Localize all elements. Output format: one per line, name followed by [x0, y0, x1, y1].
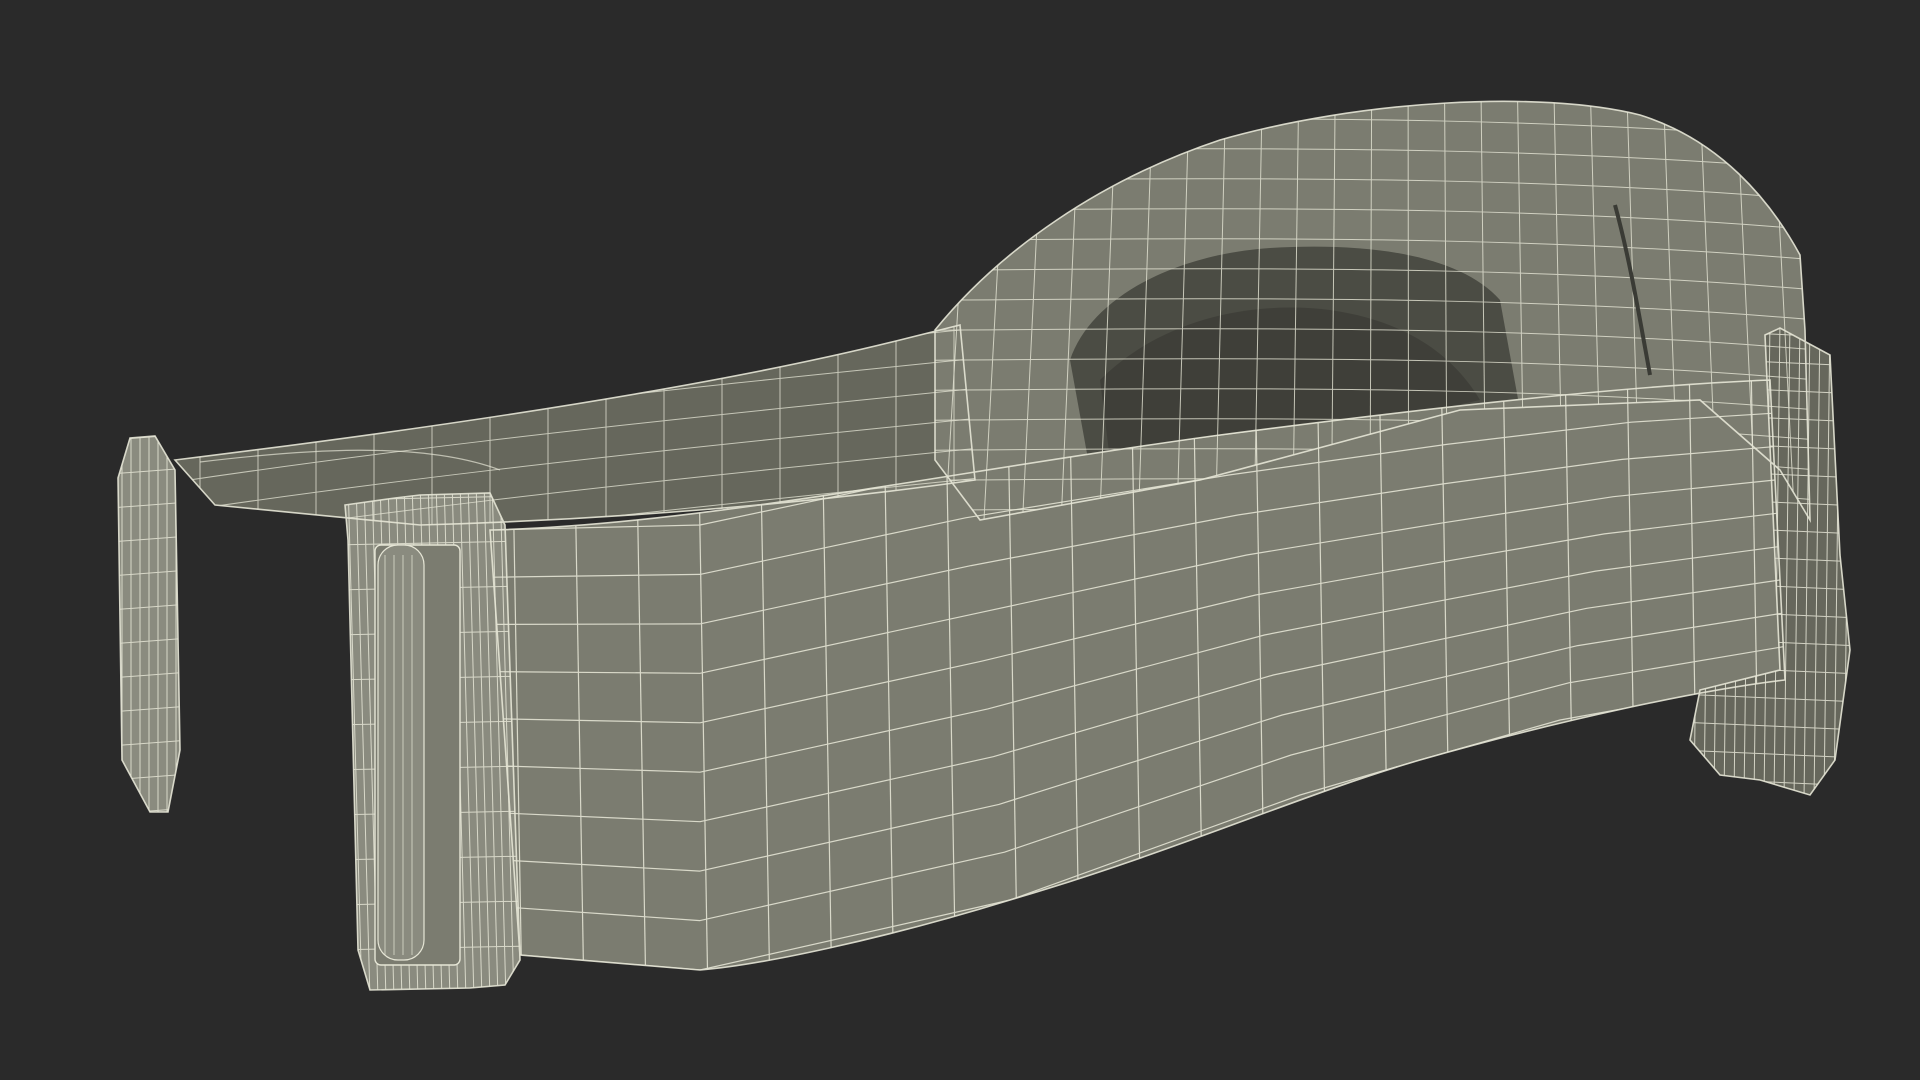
wire-line — [935, 101, 1810, 121]
wire-line — [1843, 328, 1850, 795]
render-viewport — [0, 0, 1920, 1080]
goggles-render — [117, 100, 1851, 991]
